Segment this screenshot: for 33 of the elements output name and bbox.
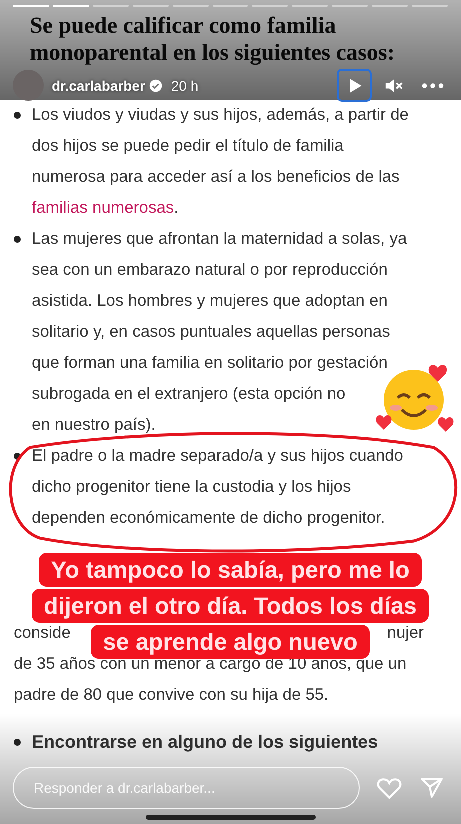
bullet-text: en nuestro país). [32,415,156,436]
bullet-text: asistida. Los hombres y mujeres que adoptan en [32,291,388,312]
bullet-text: numerosa para acceder así a los beneficios de las [32,167,400,188]
paragraph-text: conside [14,623,71,644]
story-caption: dijeron el otro día. Todos los días [32,589,429,623]
story-caption: se aprende algo nuevo [91,625,370,659]
bullet-text: Encontrarse en alguno de los siguientes [32,731,378,754]
bullet-text: sea con un embarazo natural o por reproducción [32,260,388,281]
document-heading: monoparental en los siguientes casos: [30,39,396,66]
bullet-text: Las mujeres que afrontan la maternidad a solas, ya [32,229,408,250]
play-button[interactable] [337,69,372,102]
more-options-icon[interactable] [422,82,444,88]
bullet-icon [14,236,21,243]
bullet-text: dicho progenitor tiene la custodia y los hijos [32,477,352,498]
bullet-text: solitario y, en casos puntuales aquellas personas [32,322,390,343]
bullet-text: dos hijos se puede pedir el título de familia [32,136,344,157]
bullet-icon [14,739,21,746]
paragraph-text: padre de 80 que convive con su hija de 55. [14,685,329,706]
avatar[interactable] [13,70,44,101]
bullet-text: subrogada en el extranjero (esta opción no [32,384,346,405]
username[interactable]: dr.carlabarber [52,78,146,94]
bullet-text: El padre o la madre separado/a y sus hijos cuando [32,446,404,467]
story-caption: Yo tampoco lo sabía, pero me lo [39,553,422,587]
document-heading: Se puede calificar como familia [30,12,336,39]
link[interactable]: familias numerosas [32,199,174,217]
paragraph-text: nujer [387,623,424,644]
bullet-text: . [174,199,179,217]
post-time: 20 h [171,78,199,94]
bullet-icon [14,112,21,119]
bullet-text: que forman una familia en solitario por gestación [32,353,388,374]
bullet-text: dependen económicamente de dicho progenitor. [32,508,386,529]
reply-field[interactable]: Responder a dr.carlabarber... [13,767,360,809]
bullet-text: Los viudos y viudas y sus hijos, además, a partir de [32,105,409,126]
